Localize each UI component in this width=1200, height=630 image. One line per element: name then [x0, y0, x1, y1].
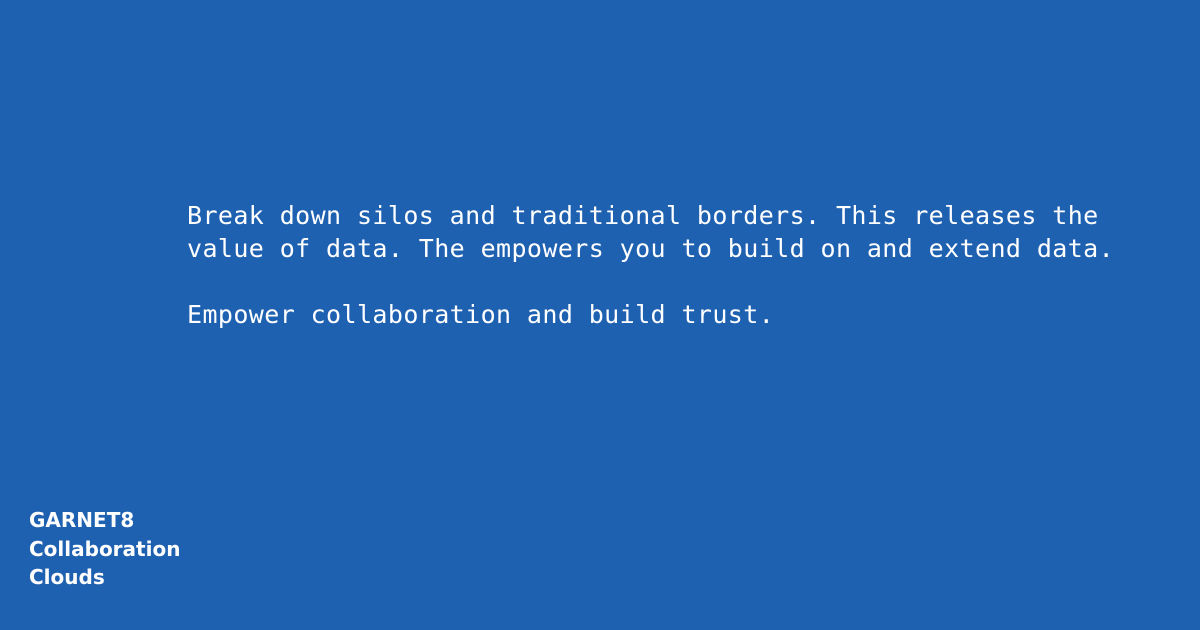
brand-line-1: GARNET8: [29, 508, 135, 532]
brand-line-3: Clouds: [29, 565, 105, 589]
message-paragraph-1: Break down silos and traditional borders…: [187, 201, 1115, 263]
message-paragraph-2: Empower collaboration and build trust.: [187, 300, 775, 329]
brand-line-2: Collaboration: [29, 536, 181, 561]
brand-logo-text: GARNET8 Collaboration Clouds: [29, 506, 180, 592]
message-block: Break down silos and traditional borders…: [187, 199, 1177, 331]
